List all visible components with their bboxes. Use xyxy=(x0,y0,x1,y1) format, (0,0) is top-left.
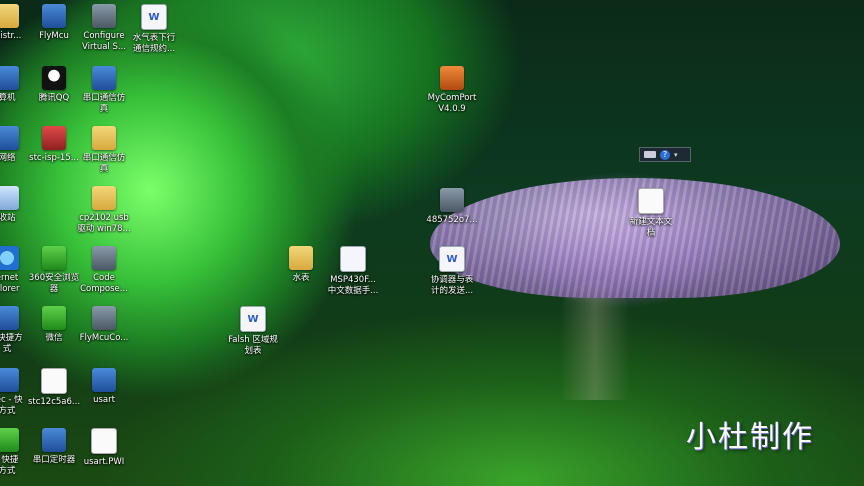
text-file-icon xyxy=(91,428,117,454)
icon-label: cp2102 usb 驱动 win78... xyxy=(77,213,131,234)
icon-label: 水气表下行 通信规约... xyxy=(132,33,176,54)
text-file-icon xyxy=(638,188,664,214)
icon-label: MSP430F... 中文数据手... xyxy=(327,275,379,296)
desktop-icon-coordinator[interactable]: W 协调器与表 计的发送... xyxy=(419,246,485,297)
desktop-icon-file-4857[interactable]: 485752o7... xyxy=(419,188,485,226)
desktop-icon-usart[interactable]: usart xyxy=(71,368,137,406)
icon-label: MyComPort V4.0.9 xyxy=(427,93,477,114)
desktop-icon-water-meter-doc[interactable]: W 水气表下行 通信规约... xyxy=(121,4,187,55)
word-document-icon: W xyxy=(141,4,167,30)
folder-icon xyxy=(92,126,116,150)
desktop-icon-mycomport[interactable]: MyComPort V4.0.9 xyxy=(419,66,485,115)
language-bar[interactable]: ? ▾ xyxy=(639,147,691,162)
desktop-icon-falsh[interactable]: W Falsh 区域规 划表 xyxy=(220,306,286,357)
shortcut-icon xyxy=(0,306,19,330)
folder-icon xyxy=(92,186,116,210)
icon-label: Code Compose... xyxy=(80,273,128,294)
serial-timer-icon xyxy=(42,428,66,452)
mycomport-icon xyxy=(440,66,464,90)
folder-icon xyxy=(289,246,313,270)
desktop-icon-code-composer[interactable]: Code Compose... xyxy=(71,246,137,295)
help-icon[interactable]: ? xyxy=(660,149,670,160)
computer-icon xyxy=(0,66,19,90)
desktop-icon-cp2102[interactable]: cp2102 usb 驱动 win78... xyxy=(71,186,137,235)
word-document-icon: W xyxy=(240,306,266,332)
flymcu-config-icon xyxy=(92,306,116,330)
keyboard-icon[interactable] xyxy=(644,151,656,158)
icon-label: 收站 xyxy=(0,213,16,223)
chevron-down-icon[interactable]: ▾ xyxy=(674,151,678,159)
stc-isp-icon xyxy=(42,126,66,150)
wechat-icon xyxy=(42,306,66,330)
icon-label: 串口通信仿 真 xyxy=(82,93,126,114)
desktop-icon-recycle-bin[interactable]: 收站 xyxy=(0,186,40,224)
watermark-text: 小杜制作 xyxy=(686,420,814,455)
desktop-icon-usart-pwi[interactable]: usart.PWI xyxy=(71,428,137,468)
360-browser-icon xyxy=(42,246,66,270)
qq-penguin-icon xyxy=(42,66,66,90)
recycle-bin-icon xyxy=(0,186,19,210)
desktop-icon-msp430[interactable]: MSP430F... 中文数据手... xyxy=(320,246,386,297)
desktop-icon-new-text[interactable]: 新建文本文 档 xyxy=(618,188,684,239)
shortcut-icon xyxy=(0,368,19,392)
shortcut-icon xyxy=(0,428,19,452)
word-document-icon: W xyxy=(439,246,465,272)
icon-label: 新建文本文 档 xyxy=(629,217,673,238)
desktop-icon-serial-sim-2[interactable]: 串口通信仿 真 xyxy=(71,126,137,175)
wallpaper-mushroom-stem xyxy=(560,280,630,400)
file-icon xyxy=(440,188,464,212)
text-file-icon xyxy=(41,368,67,394)
configure-virtual-icon xyxy=(92,4,116,28)
icon-label: FlyMcuCo... xyxy=(79,333,129,343)
network-icon xyxy=(0,126,19,150)
usart-project-icon xyxy=(92,368,116,392)
desktop-icon-serial-sim-1[interactable]: 串口通信仿 真 xyxy=(71,66,137,115)
flymcu-icon xyxy=(42,4,66,28)
user-folder-icon xyxy=(0,4,19,28)
icon-label: Falsh 区域规 划表 xyxy=(228,335,278,356)
serial-sim-icon xyxy=(92,66,116,90)
code-composer-icon xyxy=(92,246,116,270)
desktop-icon-flymcuco[interactable]: FlyMcuCo... xyxy=(71,306,137,344)
internet-explorer-icon xyxy=(0,246,19,270)
icon-label: usart xyxy=(93,395,115,405)
document-icon xyxy=(340,246,366,272)
icon-label: 协调器与表 计的发送... xyxy=(430,275,474,296)
icon-label: 485752o7... xyxy=(426,215,478,225)
icon-label: usart.PWI xyxy=(83,457,125,467)
icon-label: 串口通信仿 真 xyxy=(82,153,126,174)
